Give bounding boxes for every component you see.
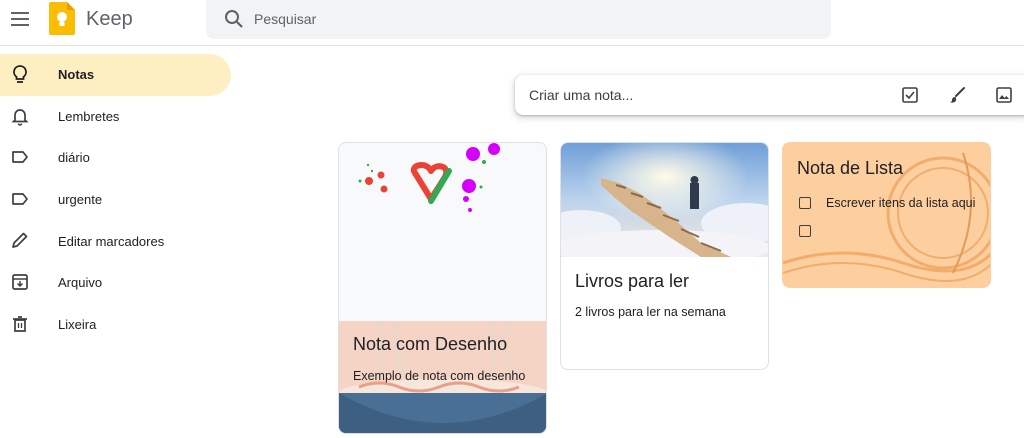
list-item: Escrever itens da lista aqui [799, 196, 975, 210]
sidebar-item-label: Notas [58, 67, 95, 83]
list-item [799, 225, 826, 237]
drawing-image [358, 143, 500, 212]
archive-icon [9, 271, 31, 293]
sidebar-item-label: diário [58, 150, 90, 166]
app-name: Keep [86, 8, 133, 30]
take-note-bar[interactable] [515, 75, 1024, 115]
take-note-input[interactable] [529, 84, 829, 106]
checkbox-icon[interactable] [899, 84, 921, 106]
sidebar-item-label: Lembretes [58, 108, 120, 124]
sidebar: Notas Lembretes diário urgente Editar ma… [0, 54, 240, 345]
list-item-text: Escrever itens da lista aqui [826, 196, 976, 210]
search-input[interactable] [254, 6, 814, 32]
label-icon [9, 146, 31, 168]
note-card[interactable]: Nota com Desenho Exemplo de nota com des… [338, 142, 547, 434]
bell-icon [9, 105, 31, 127]
note-text: Exemplo de nota com desenho [353, 369, 526, 383]
keep-logo-icon[interactable] [49, 2, 75, 35]
pencil-icon [9, 229, 31, 251]
note-title: Livros para ler [575, 271, 690, 291]
sidebar-item-urgente[interactable]: urgente [0, 179, 240, 221]
sky-bridge-background-image [561, 143, 768, 257]
unchecked-checkbox-icon[interactable] [799, 225, 811, 237]
unchecked-checkbox-icon[interactable] [799, 197, 811, 209]
note-title: Nota de Lista [797, 158, 904, 178]
sidebar-item-arquivo[interactable]: Arquivo [0, 262, 240, 304]
brush-icon[interactable] [946, 84, 968, 106]
lightbulb-icon [9, 63, 31, 85]
sidebar-item-label: Lixeira [58, 316, 97, 332]
sidebar-item-label: Arquivo [58, 275, 103, 291]
search-bar[interactable] [206, 0, 831, 39]
sidebar-item-editar-marcadores[interactable]: Editar marcadores [0, 220, 240, 262]
app-header: Keep [0, 0, 1024, 46]
trash-icon [9, 313, 31, 335]
menu-icon[interactable] [8, 7, 32, 31]
search-icon[interactable] [223, 8, 245, 30]
sidebar-item-lixeira[interactable]: Lixeira [0, 304, 240, 346]
sidebar-item-label: urgente [58, 192, 103, 208]
note-card[interactable]: Nota de Lista Escrever itens da lista aq… [782, 142, 991, 288]
sidebar-item-notas[interactable]: Notas [0, 54, 231, 96]
sidebar-item-label: Editar marcadores [58, 233, 165, 249]
label-icon [9, 188, 31, 210]
note-card[interactable]: Livros para ler 2 livros para ler na sem… [560, 142, 769, 370]
note-title: Nota com Desenho [353, 334, 508, 354]
note-text: 2 livros para ler na semana [575, 305, 726, 319]
sidebar-item-diario[interactable]: diário [0, 137, 240, 179]
sidebar-item-lembretes[interactable]: Lembretes [0, 96, 240, 138]
image-icon[interactable] [993, 84, 1015, 106]
